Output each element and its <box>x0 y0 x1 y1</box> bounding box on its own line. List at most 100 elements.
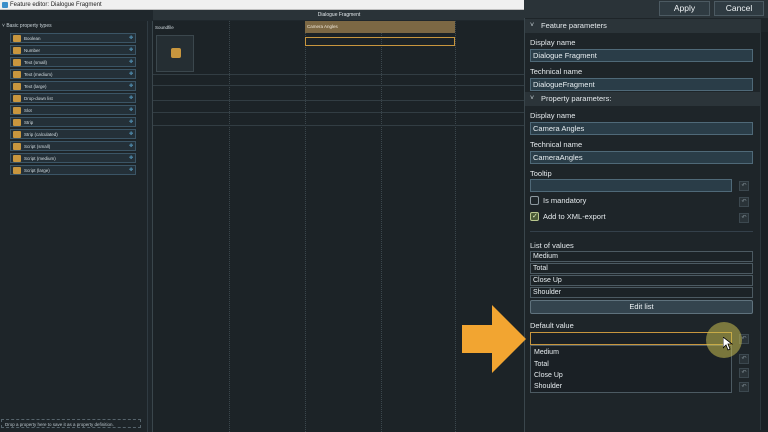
drag-handle-icon[interactable]: ✥ <box>129 96 134 101</box>
dropdown-option[interactable]: Medium <box>534 349 559 356</box>
fragment-header: Dialogue Fragment <box>153 10 525 20</box>
soundfile-slot[interactable] <box>156 35 194 72</box>
drag-handle-icon[interactable]: ✥ <box>129 84 134 89</box>
chevron-down-icon[interactable]: ˅ <box>530 92 534 106</box>
feature-technical-name-field[interactable]: DialogueFragment <box>530 78 753 91</box>
property-type-item[interactable]: Text (large) ✥ <box>10 81 136 91</box>
dropdown-icon <box>13 95 21 102</box>
drop-zone[interactable]: Drop a property here to save it as a pro… <box>1 419 141 428</box>
reset-icon[interactable]: ↶ <box>739 354 749 364</box>
collapse-chevron-icon[interactable]: ˅ <box>2 23 5 29</box>
property-type-item[interactable]: Strip ✥ <box>10 117 136 127</box>
reset-icon[interactable]: ↶ <box>739 368 749 378</box>
drag-handle-icon[interactable]: ✥ <box>129 144 134 149</box>
drag-handle-icon[interactable]: ✥ <box>129 72 134 77</box>
tooltip-label: Tooltip <box>530 169 552 178</box>
property-type-label: Script (medium) <box>24 156 56 161</box>
is-mandatory-label: Is mandatory <box>543 196 587 205</box>
drag-handle-icon[interactable]: ✥ <box>129 132 134 137</box>
property-type-label: Text (medium) <box>24 72 53 77</box>
drag-handle-icon[interactable]: ✥ <box>129 48 134 53</box>
xml-export-checkbox[interactable] <box>530 212 539 221</box>
property-display-name-field[interactable]: Camera Angles <box>530 122 753 135</box>
list-value-row[interactable]: Medium <box>530 251 753 262</box>
drag-handle-icon[interactable]: ✥ <box>129 120 134 125</box>
list-value-row[interactable]: Total <box>530 263 753 274</box>
property-type-label: Text (large) <box>24 84 47 89</box>
strip-icon <box>13 119 21 126</box>
property-type-item[interactable]: Script (medium) ✥ <box>10 153 136 163</box>
app-icon <box>2 2 8 8</box>
grid-divider <box>455 21 457 432</box>
apply-button[interactable]: Apply <box>659 1 710 16</box>
is-mandatory-checkbox[interactable] <box>530 196 539 205</box>
section-label: Feature parameters <box>541 21 607 30</box>
reset-icon[interactable]: ↶ <box>739 181 749 191</box>
text-icon <box>13 59 21 66</box>
property-type-label: Strip <box>24 120 34 125</box>
xml-export-label: Add to XML-export <box>543 212 606 221</box>
edit-list-button[interactable]: Edit list <box>530 300 753 314</box>
grid-row-divider <box>153 112 525 113</box>
tooltip-field[interactable] <box>530 179 732 192</box>
strip-icon <box>13 131 21 138</box>
feature-parameters-section[interactable]: ˅ Feature parameters <box>525 19 761 33</box>
drag-handle-icon[interactable]: ✥ <box>129 36 134 41</box>
script-icon <box>13 155 21 162</box>
property-types-header[interactable]: ˅ Basic property types <box>0 21 148 31</box>
window-title: Feature editor: Dialogue Fragment <box>10 2 102 8</box>
property-type-label: Strip (calculated) <box>24 132 58 137</box>
property-type-label: Script (small) <box>24 144 51 149</box>
chevron-down-icon[interactable]: ˅ <box>530 19 534 33</box>
property-type-item[interactable]: Strip (calculated) ✥ <box>10 129 136 139</box>
reset-icon[interactable]: ↶ <box>739 213 749 223</box>
text-icon <box>13 71 21 78</box>
reset-icon[interactable]: ↶ <box>739 382 749 392</box>
grid-divider <box>305 21 307 432</box>
text-icon <box>13 83 21 90</box>
column-soundfile[interactable]: Soundfile <box>153 24 229 32</box>
list-of-values-label: List of values <box>530 241 574 250</box>
reset-icon[interactable]: ↶ <box>739 197 749 207</box>
scrollbar[interactable] <box>760 32 768 430</box>
grid-row-divider <box>153 85 525 86</box>
column-camera-angles[interactable]: Camera Angles <box>305 21 455 33</box>
section-label: Property parameters: <box>541 94 612 103</box>
dialog-button-bar: Apply Cancel <box>524 0 768 18</box>
default-value-options: Medium Total Close Up Shoulder <box>530 345 732 393</box>
dropdown-option[interactable]: Close Up <box>534 372 563 379</box>
mouse-pointer-icon <box>723 337 733 351</box>
drag-handle-icon[interactable]: ✥ <box>129 156 134 161</box>
property-type-label: Script (large) <box>24 168 50 173</box>
property-type-label: Slot <box>24 108 32 113</box>
script-icon <box>13 143 21 150</box>
grid-row-divider <box>153 125 525 126</box>
property-type-item[interactable]: Number ✥ <box>10 45 136 55</box>
property-type-item[interactable]: Text (medium) ✥ <box>10 69 136 79</box>
property-parameters-section[interactable]: ˅ Property parameters: <box>525 92 761 106</box>
property-technical-name-field[interactable]: CameraAngles <box>530 151 753 164</box>
drag-handle-icon[interactable]: ✥ <box>129 108 134 113</box>
cancel-button[interactable]: Cancel <box>714 1 764 16</box>
property-type-item[interactable]: Boolean ✥ <box>10 33 136 43</box>
technical-name-label: Technical name <box>530 67 583 76</box>
property-type-item[interactable]: Script (small) ✥ <box>10 141 136 151</box>
camera-angles-slot[interactable] <box>305 37 455 46</box>
audio-file-icon <box>171 48 181 58</box>
dropdown-option[interactable]: Shoulder <box>534 383 562 390</box>
drag-handle-icon[interactable]: ✥ <box>129 168 134 173</box>
list-value-row[interactable]: Close Up <box>530 275 753 286</box>
property-type-item[interactable]: Text (small) ✥ <box>10 57 136 67</box>
feature-display-name-field[interactable]: Dialogue Fragment <box>530 49 753 62</box>
property-type-item[interactable]: Script (large) ✥ <box>10 165 136 175</box>
default-value-dropdown[interactable] <box>530 332 732 345</box>
script-icon <box>13 167 21 174</box>
highlight-arrow-icon <box>462 305 526 373</box>
section-divider <box>530 231 753 232</box>
list-value-row[interactable]: Shoulder <box>530 287 753 298</box>
property-type-item[interactable]: Drop-down list ✥ <box>10 93 136 103</box>
dropdown-option[interactable]: Total <box>534 361 549 368</box>
property-type-item[interactable]: Slot ✥ <box>10 105 136 115</box>
property-type-label: Drop-down list <box>24 96 53 101</box>
drag-handle-icon[interactable]: ✥ <box>129 60 134 65</box>
